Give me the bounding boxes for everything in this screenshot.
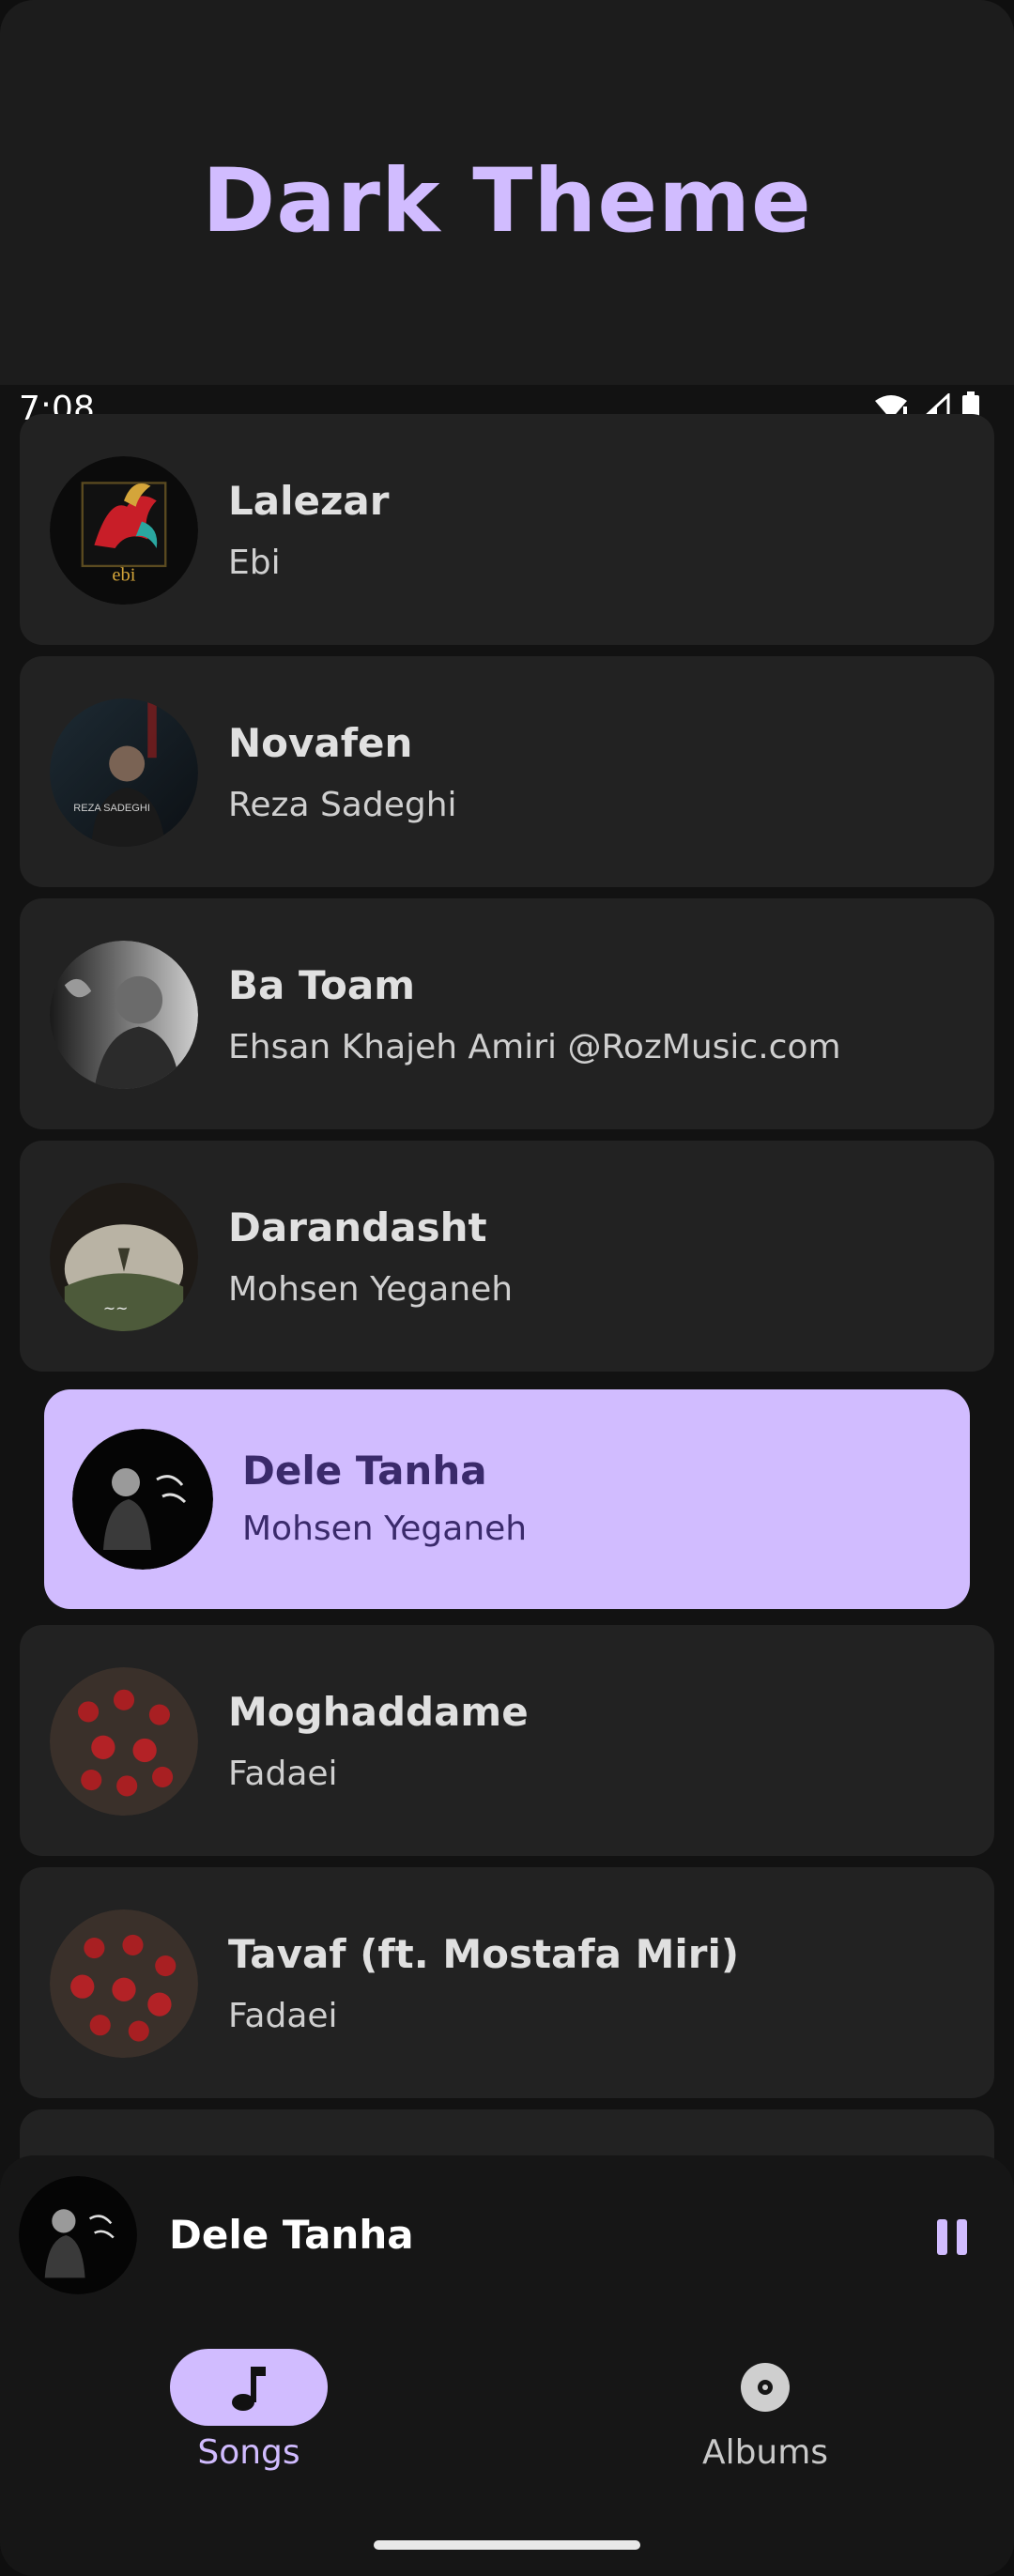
song-card-dele-tanha[interactable]: Dele Tanha Mohsen Yeganeh <box>44 1389 970 1609</box>
song-title: Novafen <box>228 720 413 766</box>
album-art <box>50 941 198 1089</box>
mini-player[interactable]: Dele Tanha <box>0 2155 1014 2296</box>
song-artist: Reza Sadeghi <box>228 786 457 824</box>
song-title: Darandasht <box>228 1204 487 1250</box>
nav-indicator <box>686 2349 844 2426</box>
nav-indicator <box>170 2349 328 2426</box>
mini-player-title: Dele Tanha <box>169 2212 414 2258</box>
page-title: Dark Theme <box>202 150 812 253</box>
nav-label: Albums <box>701 2433 829 2472</box>
album-art: ~~ <box>50 1183 198 1331</box>
song-artist: Fadaei <box>228 1997 338 2035</box>
song-card-moghaddame[interactable]: Moghaddame Fadaei <box>20 1625 994 1856</box>
app-screen: Dark Theme 7:08 ebi Lalezar Ebi REZA SAD… <box>0 0 1014 2576</box>
album-art <box>50 1909 198 2058</box>
song-artist: Ehsan Khajeh Amiri @RozMusic.com <box>228 1028 841 1066</box>
album-art: ebi <box>50 456 198 605</box>
song-title: Tavaf (ft. Mostafa Miri) <box>228 1931 740 1977</box>
song-card-ba-toam[interactable]: Ba Toam Ehsan Khajeh Amiri @RozMusic.com <box>20 898 994 1129</box>
home-indicator[interactable] <box>374 2540 640 2550</box>
album-disc-icon <box>741 2363 790 2412</box>
music-note-icon <box>232 2367 266 2411</box>
album-art <box>72 1429 213 1570</box>
mini-player-album-art <box>19 2176 137 2294</box>
song-artist: Fadaei <box>228 1755 338 1793</box>
bottom-navigation: Songs Albums <box>0 2296 1014 2576</box>
song-card-novafen[interactable]: REZA SADEGHI Novafen Reza Sadeghi <box>20 656 994 887</box>
nav-label: Songs <box>197 2433 300 2472</box>
song-title: Ba Toam <box>228 962 416 1008</box>
app-header: Dark Theme <box>0 0 1014 385</box>
nav-tab-albums[interactable]: Albums <box>643 2349 887 2472</box>
song-card-lalezar[interactable]: ebi Lalezar Ebi <box>20 414 994 645</box>
song-artist: Ebi <box>228 544 281 582</box>
song-artist: Mohsen Yeganeh <box>242 1510 528 1548</box>
song-artist: Mohsen Yeganeh <box>228 1270 514 1309</box>
svg-text:REZA SADEGHI: REZA SADEGHI <box>73 803 150 814</box>
pause-icon[interactable] <box>933 2217 971 2257</box>
song-card-darandasht[interactable]: ~~ Darandasht Mohsen Yeganeh <box>20 1141 994 1372</box>
album-art: REZA SADEGHI <box>50 698 198 847</box>
song-card-tavaf[interactable]: Tavaf (ft. Mostafa Miri) Fadaei <box>20 1867 994 2098</box>
album-art <box>50 1667 198 1816</box>
song-title: Moghaddame <box>228 1689 529 1735</box>
nav-tab-songs[interactable]: Songs <box>127 2349 371 2472</box>
song-title: Lalezar <box>228 478 390 524</box>
svg-text:~~: ~~ <box>103 1299 128 1317</box>
svg-text:ebi: ebi <box>112 565 135 586</box>
song-title: Dele Tanha <box>242 1448 487 1494</box>
